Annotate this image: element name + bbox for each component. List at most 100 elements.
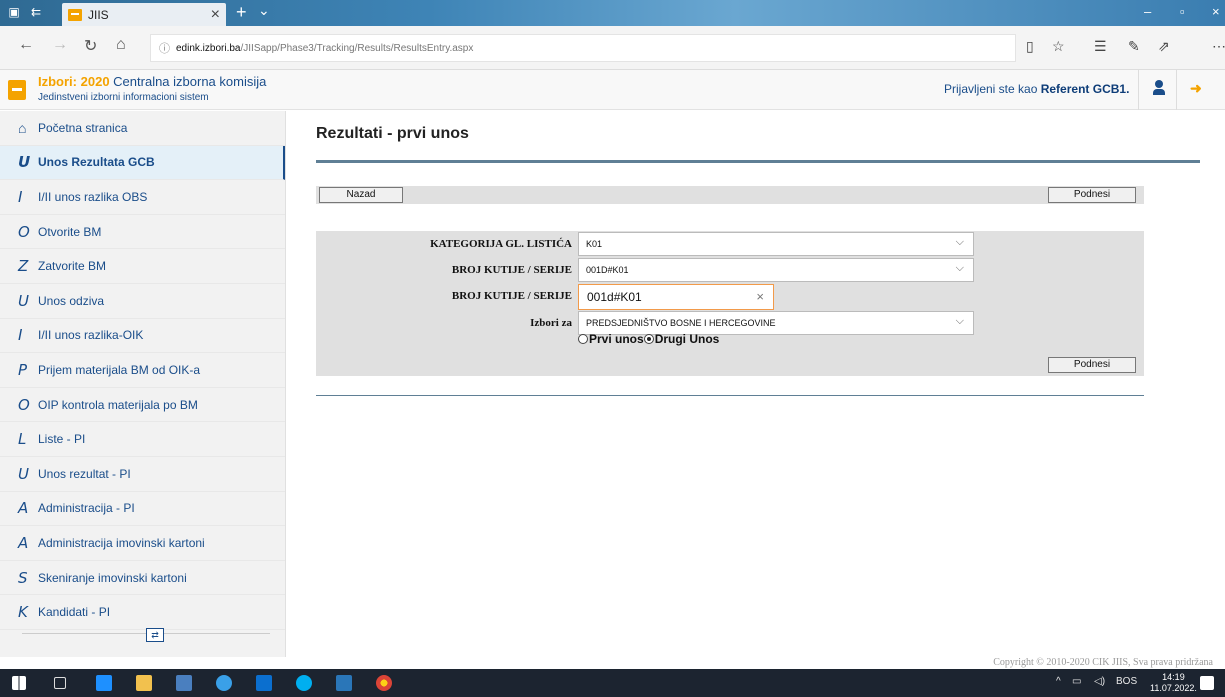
url-input[interactable]: ⓘ edink.izbori.ba /JIISapp/Phase3/Tracki… xyxy=(150,34,1016,62)
sidebar-item-candidates-pi[interactable]: K Kandidati - PI xyxy=(0,595,285,630)
address-bar: ← → ↻ ⌂ ⓘ edink.izbori.ba /JIISapp/Phase… xyxy=(0,26,1225,70)
elections-label: Izbori za xyxy=(530,317,572,329)
browser-titlebar: ▣ ⇇ JIIS × + ⌄ – ▫ × xyxy=(0,0,1225,26)
forward-arrow-icon[interactable]: → xyxy=(52,36,68,54)
browser-tab[interactable]: JIIS × xyxy=(62,3,226,26)
sidebar-item-label: Unos Rezultata GCB xyxy=(38,155,155,170)
tray-chevron-icon[interactable]: ^ xyxy=(1056,676,1061,687)
letter-icon: K xyxy=(18,603,28,622)
box-number-input[interactable]: 001d#K01 × xyxy=(578,284,774,310)
store-icon[interactable] xyxy=(176,675,192,691)
refresh-icon[interactable]: ↻ xyxy=(84,36,97,56)
notifications-icon[interactable] xyxy=(1200,676,1214,690)
window-close-icon[interactable]: × xyxy=(1212,4,1220,19)
sidebar-item-turnout[interactable]: U Unos odziva xyxy=(0,284,285,319)
user-profile-icon[interactable] xyxy=(1152,80,1166,96)
collapse-toggle-icon[interactable]: ⇄ xyxy=(146,628,164,642)
sidebar-item-close-bm[interactable]: Z Zatvorite BM xyxy=(0,249,285,284)
letter-icon: Z xyxy=(18,257,29,276)
elections-value: PREDSJEDNIŠTVO BOSNE I HERCEGOVINE xyxy=(586,318,776,328)
chevron-down-icon[interactable]: ⌄ xyxy=(258,2,270,19)
skype-icon[interactable] xyxy=(296,675,312,691)
sidebar-item-open-bm[interactable]: O Otvorite BM xyxy=(0,215,285,250)
outlook-icon[interactable] xyxy=(256,675,272,691)
app-title: Izbori: 2020 Centralna izborna komisija xyxy=(38,74,266,89)
back-arrow-icon[interactable]: ← xyxy=(18,36,34,54)
sidebar-item-lists-pi[interactable]: L Liste - PI xyxy=(0,422,285,457)
sidebar-item-label: Otvorite BM xyxy=(38,224,102,239)
letter-icon: O xyxy=(18,222,30,241)
chrome-icon[interactable] xyxy=(376,675,392,691)
category-label: KATEGORIJA GL. LISTIĆA xyxy=(430,238,572,250)
letter-icon: I xyxy=(18,326,23,345)
sidebar-item-results-pi[interactable]: U Unos rezultat - PI xyxy=(0,457,285,492)
sidebar-item-label: Administracija imovinski kartoni xyxy=(38,535,205,550)
minimize-icon[interactable]: – xyxy=(1144,4,1151,19)
share-icon[interactable]: ⇗ xyxy=(1158,38,1170,55)
file-explorer-icon[interactable] xyxy=(136,675,152,691)
sidebar-toggle-bar: ⇄ xyxy=(22,628,270,642)
entry-type-radio-group: Prvi unos Drugi Unos xyxy=(578,332,719,346)
submit-button-bottom[interactable]: Podnesi xyxy=(1048,357,1136,373)
title-prefix: Izbori: xyxy=(38,74,77,89)
sidebar-item-label: I/II unos razlika-OIK xyxy=(38,328,144,343)
clear-icon[interactable]: × xyxy=(756,289,764,304)
clock-date: 11.07.2022. xyxy=(1150,683,1197,693)
more-icon[interactable]: ⋯ xyxy=(1212,38,1225,55)
category-select[interactable]: K01 ⌵ xyxy=(578,232,974,256)
tab-back-icon[interactable]: ⇇ xyxy=(28,4,44,20)
volume-icon[interactable]: ◁) xyxy=(1094,676,1105,687)
box-label: BROJ KUTIJE / SERIJE xyxy=(451,264,572,276)
favorite-star-icon[interactable]: ☆ xyxy=(1052,38,1065,55)
letter-icon: U xyxy=(18,464,29,483)
results-form: KATEGORIJA GL. LISTIĆA K01 ⌵ BROJ KUTIJE… xyxy=(316,231,1144,376)
sidebar-item-admin-pi[interactable]: A Administracija - PI xyxy=(0,492,285,527)
copyright-footer: Copyright © 2010-2020 CIK JIIS, Sva prav… xyxy=(993,657,1213,668)
back-button[interactable]: Nazad xyxy=(319,187,403,203)
radio-second-entry[interactable] xyxy=(643,334,654,344)
sidebar-item-scan-assets[interactable]: S Skeniranje imovinski kartoni xyxy=(0,561,285,596)
edge-icon[interactable] xyxy=(96,675,112,691)
sidebar-item-results-gcb[interactable]: U Unos Rezultata GCB xyxy=(0,145,285,181)
sidebar-item-oip-control[interactable]: O OIP kontrola materijala po BM xyxy=(0,388,285,423)
chevron-down-icon: ⌵ xyxy=(955,262,964,274)
network-icon[interactable]: ▭ xyxy=(1072,676,1081,687)
sidebar-item-oik-diff[interactable]: I I/II unos razlika-OIK xyxy=(0,319,285,354)
logged-user: Prijavljeni ste kao Referent GCB1. xyxy=(944,82,1129,96)
info-icon[interactable]: ⓘ xyxy=(159,40,170,56)
new-tab-icon[interactable]: + xyxy=(236,2,247,23)
close-icon[interactable]: × xyxy=(211,6,220,24)
radio-first-label: Prvi unos xyxy=(589,332,644,346)
home-icon[interactable]: ⌂ xyxy=(116,36,126,54)
sidebar-item-label: I/II unos razlika OBS xyxy=(38,189,148,204)
internet-explorer-icon[interactable] xyxy=(216,675,232,691)
reading-view-icon[interactable]: ▯ xyxy=(1026,38,1034,55)
language-indicator[interactable]: BOS xyxy=(1116,676,1137,687)
jiis-favicon-icon xyxy=(68,8,82,21)
sidebar-item-admin-assets[interactable]: A Administracija imovinski kartoni xyxy=(0,526,285,561)
main-content: Rezultati - prvi unos Nazad Podnesi KATE… xyxy=(287,111,1225,657)
maximize-icon[interactable]: ▫ xyxy=(1180,4,1185,19)
sidebar-item-obs-diff[interactable]: I I/II unos razlika OBS xyxy=(0,180,285,215)
box-logo-icon xyxy=(8,80,26,100)
task-view-icon[interactable] xyxy=(54,677,66,689)
pen-icon[interactable]: ✎ xyxy=(1128,38,1140,55)
letter-icon: I xyxy=(18,187,23,206)
box-select[interactable]: 001D#K01 ⌵ xyxy=(578,258,974,282)
favorites-list-icon[interactable]: ☰ xyxy=(1094,38,1107,55)
logout-icon[interactable]: ➜ xyxy=(1190,80,1202,97)
sidebar-item-home[interactable]: ⌂ Početna stranica xyxy=(0,111,285,146)
radio-first-entry[interactable] xyxy=(578,334,588,344)
windows-taskbar: ^ ▭ ◁) BOS 14:19 11.07.2022. xyxy=(0,669,1225,697)
tab-actions-icon[interactable]: ▣ xyxy=(6,4,22,20)
box-input-label: BROJ KUTIJE / SERIJE xyxy=(451,290,572,302)
letter-icon: O xyxy=(18,395,30,414)
sidebar-item-label: Skeniranje imovinski kartoni xyxy=(38,570,187,585)
sidebar-item-material-receipt[interactable]: P Prijem materijala BM od OIK-a xyxy=(0,353,285,388)
sidebar-item-label: Administracija - PI xyxy=(38,501,135,516)
app-icon[interactable] xyxy=(336,675,352,691)
windows-start-icon[interactable] xyxy=(12,676,26,690)
url-host: edink.izbori.ba xyxy=(176,42,241,54)
submit-button-top[interactable]: Podnesi xyxy=(1048,187,1136,203)
system-clock[interactable]: 14:19 11.07.2022. xyxy=(1150,672,1197,694)
